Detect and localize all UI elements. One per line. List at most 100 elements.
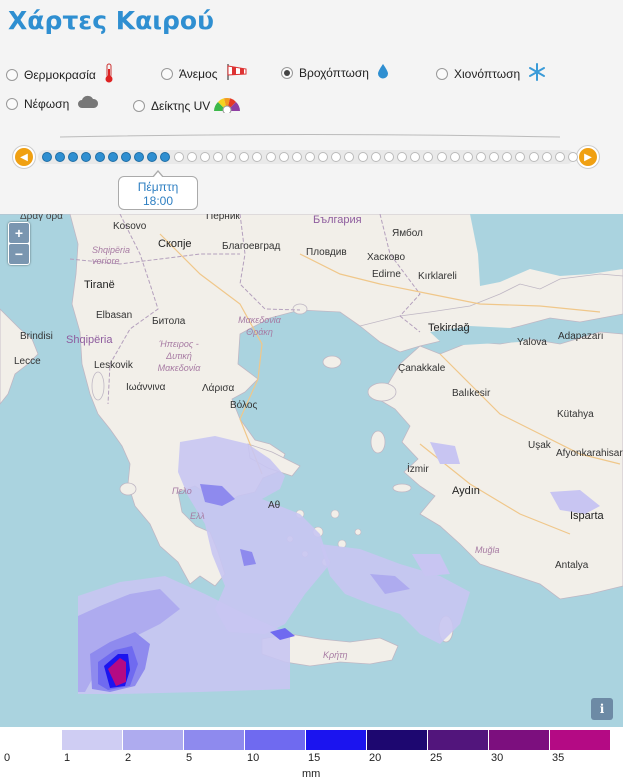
layer-option-temperature[interactable]: Θερμοκρασία [6,63,114,86]
map-label-canakkale: Çanakkale [398,363,446,374]
uv-radio[interactable] [133,99,145,112]
legend-tick-label: 20 [369,752,382,764]
timeline-step[interactable] [265,152,276,162]
layer-option-wind[interactable]: Άνεμος [161,63,248,84]
map-label-athina: Αθ [268,500,281,511]
timeline-step[interactable] [554,152,565,162]
legend-swatch [367,730,428,750]
legend-tick-label: 1 [64,752,71,764]
snowfall-radio[interactable] [436,67,448,80]
timeline-step[interactable] [291,152,302,162]
map-label-isparta: Isparta [570,510,604,522]
map-label-haskovo: Хасково [367,252,406,263]
layer-option-clouds[interactable]: Νέφωση [6,95,99,112]
rainfall-radio[interactable] [281,66,293,79]
weather-maps-page: Χάρτες Καιρού Θερμοκρασία Άνεμος Βροχόπτ… [0,0,623,783]
map-label-skopje: Скопје [158,238,192,250]
timeline-step[interactable] [186,152,197,162]
legend-swatch [62,730,123,750]
timeline-slider[interactable]: ◀ ▶ [12,145,600,169]
map-label-brindisi: Brindisi [20,331,53,342]
legend-swatch [428,730,489,750]
map-label-balikesir: Balıkesir [452,388,491,399]
separator-line [59,134,561,138]
map-label-bitola: Битола [152,316,186,327]
timeline-step[interactable] [173,152,184,162]
map-label-ioannina: Ιωάννινα [126,382,166,393]
timeline-current-time: 18:00 [142,194,174,208]
map-label-adapazari: Adapazarı [558,331,604,342]
legend-swatch [550,730,611,750]
zoom-in-button[interactable]: + [9,223,29,243]
timeline-step[interactable] [42,152,52,162]
timeline-step[interactable] [397,152,408,162]
timeline-step[interactable] [212,152,223,162]
timeline-step[interactable] [199,152,210,162]
timeline-step[interactable] [528,152,539,162]
snowflake-icon [528,63,546,84]
timeline-step[interactable] [278,152,289,162]
timeline-step[interactable] [383,152,394,162]
thermometer-icon [104,63,114,86]
map-label-izmir: İzmir [407,464,429,475]
map-label-antalya: Antalya [555,560,589,571]
weather-map[interactable]: Δράγ ορα България Kosovo Перник Скопје Б… [0,214,623,727]
map-label-mugla: Muğla [475,545,500,555]
wind-radio[interactable] [161,67,173,80]
lemnos-island [322,355,342,369]
timeline-step[interactable] [94,152,105,162]
layer-label-clouds: Νέφωση [24,96,70,111]
lesbos-island [367,382,397,402]
windsock-icon [226,63,248,84]
map-label-larisa: Λάρισα [202,383,235,394]
layer-label-rainfall: Βροχόπτωση [299,65,369,80]
timeline-step[interactable] [357,152,368,162]
timeline-step[interactable] [134,152,145,162]
timeline-step[interactable] [436,152,447,162]
kefalonia-island [119,482,137,496]
layer-label-wind: Άνεμος [179,66,218,81]
zoom-out-button[interactable]: − [9,244,29,264]
map-label-leskovik: Leskovik [94,360,133,371]
map-label-plovdiv: Пловдив [306,247,347,258]
timeline-step[interactable] [449,152,460,162]
map-label-shqiperia-veriore: Shqipëria veriore [92,245,131,266]
timeline-step[interactable] [568,152,578,162]
map-label-kirklareli: Kırklareli [418,271,457,282]
map-label-aydin: Aydın [452,485,480,497]
info-button[interactable]: i [591,698,613,720]
legend-tick-label: 2 [125,752,132,764]
timeline-step[interactable] [462,152,473,162]
legend-tick-label: 10 [247,752,260,764]
clouds-radio[interactable] [6,97,18,110]
precipitation-legend: 0 1 2 5 10 15 20 25 30 35 mm [0,727,623,783]
map-label-tekirdag: Tekirdağ [428,322,470,334]
timeline-step[interactable] [541,152,552,162]
layer-option-uv[interactable]: Δείκτης UV [133,95,242,116]
legend-tick-label: 30 [491,752,504,764]
legend-color-scale [62,730,611,750]
legend-tick-label: 15 [308,752,321,764]
legend-swatch [184,730,245,750]
layer-option-rainfall[interactable]: Βροχόπτωση [281,63,389,82]
legend-tick-label: 35 [552,752,565,764]
timeline-step[interactable] [305,152,315,162]
map-label-tirane: Tiranë [84,279,115,291]
timeline-step[interactable] [107,152,118,162]
legend-swatch [123,730,184,750]
layer-option-snowfall[interactable]: Χιονόπτωση [436,63,546,84]
layer-label-snowfall: Χιονόπτωση [454,66,521,81]
map-label-makedonia-thraki: Μακεδονία Θράκη [238,315,281,337]
map-label-usak: Uşak [528,440,551,451]
timeline-step[interactable] [370,152,381,162]
temperature-radio[interactable] [6,68,18,81]
timeline-prev-button[interactable]: ◀ [12,145,36,169]
timeline-current-label: Πέμπτη 18:00 [118,170,198,210]
timeline-next-button[interactable]: ▶ [576,145,600,169]
zoom-control: + − [8,222,30,265]
timeline-step[interactable] [120,152,131,162]
map-label-ell: Ελλ [190,511,205,521]
timeline-step[interactable] [475,152,486,162]
arrow-right-icon: ▶ [579,148,597,166]
map-label-edirne: Edirne [372,269,401,280]
